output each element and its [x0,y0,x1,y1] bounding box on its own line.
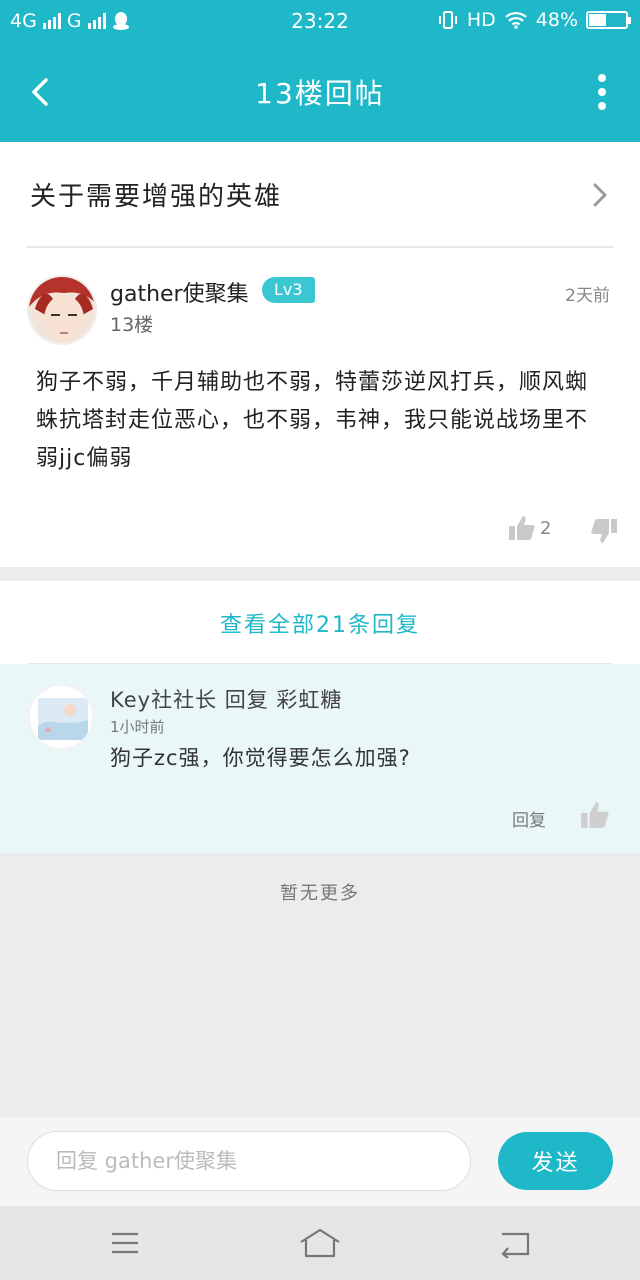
battery-percent: 48% [535,9,578,31]
system-nav-bar [0,1206,640,1280]
hd-label: HD [466,9,496,31]
reply-header: Key社社长 回复 彩虹糖 [110,688,343,712]
reply-button[interactable]: 回复 [512,806,546,831]
menu-icon[interactable] [110,1230,140,1256]
post-username[interactable]: gather使聚集 [110,276,249,308]
thumbs-up-icon[interactable] [580,800,610,830]
thumbs-up-icon[interactable] [508,514,536,542]
chevron-right-icon [593,183,607,207]
wifi-icon [505,12,527,29]
post-time: 2天前 [565,286,610,306]
vibrate-icon [438,11,457,29]
title-bar: 13楼回帖 [0,42,640,142]
no-more-label: 暂无更多 [280,883,360,904]
topic-title: 关于需要增强的英雄 [30,182,283,212]
thumbs-down-icon[interactable] [590,517,618,545]
post-card: 关于需要增强的英雄 gather使聚集 Lv3 13楼 2天前 狗子不弱，千月辅… [0,142,640,567]
send-button[interactable]: 发送 [498,1132,613,1190]
view-all-label: 查看全部21条回复 [220,613,420,638]
reply-input[interactable] [27,1131,471,1191]
post-floor: 13楼 [110,314,154,336]
reply-time: 1小时前 [110,718,165,736]
reply-avatar-image [30,686,92,748]
post-content: 狗子不弱，千月辅助也不弱，特蕾莎逆风打兵，顺风蜘蛛抗塔封走位恶心，也不弱，韦神，… [36,370,589,471]
level-badge: Lv3 [262,277,315,303]
status-bar: 4G G 23:22 HD 48% [0,0,640,42]
reply-text: 狗子zc强，你觉得要怎么加强? [110,746,411,770]
divider [27,246,613,248]
page-title: 13楼回帖 [255,77,385,110]
status-right: HD 48% [437,9,631,31]
reply-item[interactable]: Key社社长 回复 彩虹糖 1小时前 狗子zc强，你觉得要怎么加强? 回复 [0,664,640,853]
battery-fill [589,14,607,26]
avatar[interactable] [27,275,97,345]
more-icon [598,74,606,82]
avatar-image [29,277,95,343]
home-icon[interactable] [298,1226,342,1260]
return-icon[interactable] [498,1228,532,1258]
battery-icon [586,11,631,29]
like-count: 2 [540,518,552,539]
more-button[interactable] [594,74,610,110]
reply-input-bar: 发送 [0,1117,640,1206]
topic-link[interactable]: 关于需要增强的英雄 [0,142,640,247]
reply-avatar[interactable] [28,684,94,750]
view-all-replies[interactable]: 查看全部21条回复 [0,581,640,664]
